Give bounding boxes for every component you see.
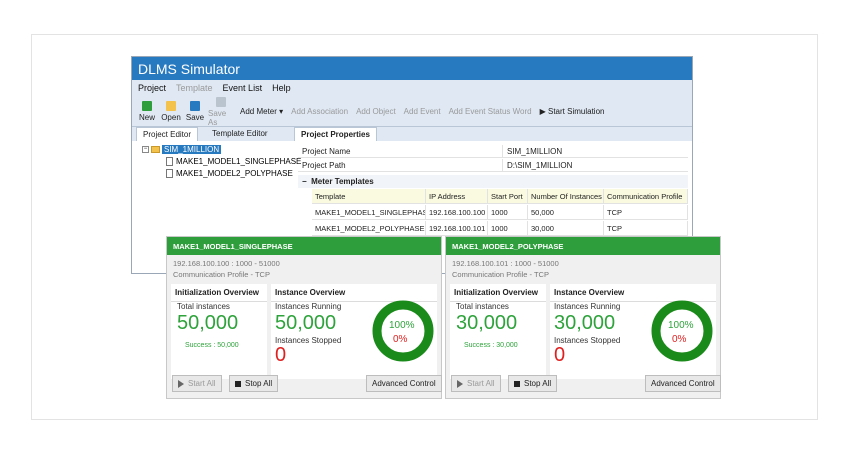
stop-all-button[interactable]: Stop All [508,375,558,392]
meter-templates-section[interactable]: − Meter Templates [298,175,688,188]
card-profile: Communication Profile - TCP [173,270,270,279]
tab-project-editor[interactable]: Project Editor [136,127,199,141]
property-row: Project Path D:\SIM_1MILLION [298,159,688,172]
save-icon [190,101,200,111]
instances-running-value: 30,000 [554,312,616,334]
tree-item[interactable]: MAKE1_MODEL2_POLYPHASE [166,169,293,178]
start-all-button[interactable]: Start All [451,375,501,392]
table-row[interactable]: MAKE1_MODEL2_POLYPHASE 192.168.100.101 1… [312,221,688,236]
tree-root[interactable]: − SIM_1MILLION [142,145,222,154]
menu-help[interactable]: Help [272,83,291,94]
save-as-icon [216,96,226,107]
running-percent: 100% [668,320,694,331]
stop-icon [514,380,520,387]
panel-title: Initialization Overview [450,284,546,302]
chevron-down-icon: ▾ [279,107,284,116]
save-as-button[interactable]: Save As [208,96,234,127]
property-label: Project Name [298,145,503,157]
tab-project-properties[interactable]: Project Properties [294,127,377,141]
total-instances-value: 30,000 [456,312,518,334]
instance-donut-chart [372,300,434,362]
initialization-overview-panel: Initialization Overview Total instances … [450,284,546,379]
success-count: Success : 30,000 [464,342,518,349]
stop-all-button[interactable]: Stop All [229,375,279,392]
table-header: Template IP Address Start Port Number Of… [312,189,688,204]
property-row: Project Name SIM_1MILLION [298,145,688,158]
property-label: Project Path [298,159,503,171]
total-instances-value: 50,000 [177,312,239,334]
collapse-icon[interactable]: − [302,177,307,186]
play-icon [178,379,184,388]
initialization-overview-panel: Initialization Overview Total instances … [171,284,267,379]
total-instances-label: Total instances [177,302,230,311]
new-icon [142,101,152,111]
advanced-control-button[interactable]: Advanced Control [645,375,721,392]
advanced-control-button[interactable]: Advanced Control [366,375,442,392]
new-button[interactable]: New [136,101,158,122]
save-button[interactable]: Save [184,101,206,122]
start-all-button[interactable]: Start All [172,375,222,392]
card-address: 192.168.100.101 : 1000 - 51000 [452,259,559,268]
card-address: 192.168.100.100 : 1000 - 51000 [173,259,280,268]
menu-template[interactable]: Template [176,83,213,94]
simulation-card: MAKE1_MODEL1_SINGLEPHASE 192.168.100.100… [166,236,442,399]
instances-running-label: Instances Running [554,302,621,311]
instance-donut-chart [651,300,713,362]
open-button[interactable]: Open [160,101,182,122]
add-meter-button[interactable]: Add Meter ▾ [240,107,283,116]
window-title: DLMS Simulator [132,57,692,80]
add-event-button[interactable]: Add Event [404,107,441,116]
simulation-card: MAKE1_MODEL2_POLYPHASE 192.168.100.101 :… [445,236,721,399]
toolbar: New Open Save Save As Add Meter ▾ Add As… [132,96,692,127]
instance-overview-panel: Instance Overview Instances Running 30,0… [550,284,716,379]
folder-icon [151,146,160,153]
tree-item[interactable]: MAKE1_MODEL1_SINGLEPHASE [166,157,301,166]
file-icon [166,157,173,166]
play-icon: ▶ [539,107,546,116]
stopped-percent: 0% [393,334,408,345]
file-icon [166,169,173,178]
menu-project[interactable]: Project [138,83,166,94]
card-title: MAKE1_MODEL1_SINGLEPHASE [167,237,441,255]
table-row[interactable]: MAKE1_MODEL1_SINGLEPHASE 192.168.100.100… [312,205,688,220]
total-instances-label: Total instances [456,302,509,311]
instances-stopped-value: 0 [554,344,566,366]
play-icon [457,379,463,388]
stop-icon [235,380,241,387]
start-simulation-button[interactable]: ▶ Start Simulation [540,107,605,116]
running-percent: 100% [389,320,415,331]
folder-open-icon [166,101,176,111]
panel-title: Initialization Overview [171,284,267,302]
add-event-status-word-button[interactable]: Add Event Status Word [449,107,532,116]
instances-running-label: Instances Running [275,302,342,311]
instances-stopped-value: 0 [275,344,287,366]
add-object-button[interactable]: Add Object [356,107,396,116]
instances-running-value: 50,000 [275,312,337,334]
success-count: Success : 50,000 [185,342,239,349]
tab-template-editor[interactable]: Template Editor [206,127,274,141]
stopped-percent: 0% [672,334,687,345]
collapse-icon[interactable]: − [142,146,149,153]
instance-overview-panel: Instance Overview Instances Running 50,0… [271,284,437,379]
property-value[interactable]: D:\SIM_1MILLION [503,159,576,171]
menu-event-list[interactable]: Event List [223,83,263,94]
property-value[interactable]: SIM_1MILLION [503,145,566,157]
card-profile: Communication Profile - TCP [452,270,549,279]
menu-bar: Project Template Event List Help [132,80,692,97]
card-title: MAKE1_MODEL2_POLYPHASE [446,237,720,255]
add-association-button[interactable]: Add Association [291,107,348,116]
